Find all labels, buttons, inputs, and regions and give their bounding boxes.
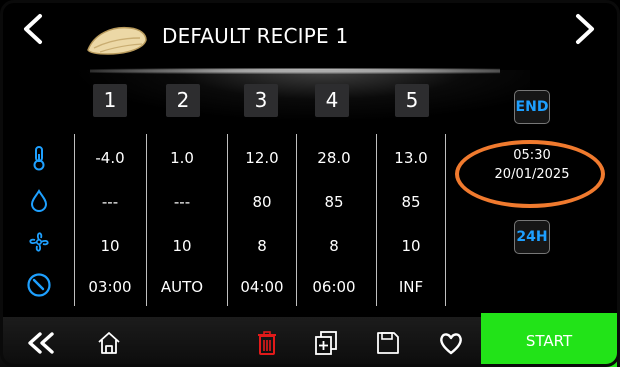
time-cell-2[interactable]: AUTO [147,278,217,296]
step-2-button[interactable]: 2 [166,84,200,117]
fan-cell-5[interactable]: 10 [376,237,446,255]
temperature-cell-2[interactable]: 1.0 [147,149,217,167]
step-4-button[interactable]: 4 [315,84,349,117]
time-cell-1[interactable]: 03:00 [75,278,145,296]
duplicate-icon[interactable] [311,328,341,358]
step-5-button[interactable]: 5 [395,84,429,117]
bread-dough-icon [87,26,147,55]
header-glow [70,70,530,122]
humidity-cell-5[interactable]: 85 [376,193,446,211]
humidity-cell-1[interactable]: --- [75,193,145,211]
fan-cell-2[interactable]: 10 [147,237,217,255]
temperature-cell-4[interactable]: 28.0 [299,149,369,167]
thermometer-icon [33,146,45,171]
save-icon[interactable] [373,328,403,358]
fan-cell-1[interactable]: 10 [75,237,145,255]
chevron-right-icon[interactable] [570,12,600,46]
fan-cell-4[interactable]: 8 [299,237,369,255]
humidity-drop-icon [30,189,48,212]
time-cell-4[interactable]: 06:00 [299,278,369,296]
favorite-icon[interactable] [436,328,466,358]
chevron-left-icon[interactable] [18,12,48,46]
step-1-button[interactable]: 1 [93,84,127,117]
header-separator [90,68,500,74]
humidity-cell-4[interactable]: 85 [299,193,369,211]
end-date: 20/01/2025 [494,167,570,182]
recipe-title: DEFAULT RECIPE 1 [162,24,349,48]
end-button[interactable]: END [514,90,550,124]
humidity-cell-2[interactable]: --- [147,193,217,211]
oven-recipe-screen: DEFAULT RECIPE 1 1 2 3 4 5 -4.0 1.0 12.0… [0,0,620,367]
home-icon[interactable] [94,328,124,358]
double-chevron-left-icon[interactable] [24,328,58,358]
time-cell-5[interactable]: INF [376,278,446,296]
delete-icon[interactable] [252,328,282,358]
temperature-cell-5[interactable]: 13.0 [376,149,446,167]
time-cell-3[interactable]: 04:00 [227,278,297,296]
fan-cell-3[interactable]: 8 [227,237,297,255]
fan-icon [29,232,49,252]
24h-button[interactable]: 24H [514,220,550,254]
start-button[interactable]: START [481,313,617,367]
temperature-cell-3[interactable]: 12.0 [227,149,297,167]
humidity-cell-3[interactable]: 80 [227,193,297,211]
temperature-cell-1[interactable]: -4.0 [75,149,145,167]
end-datetime[interactable]: 05:30 20/01/2025 [462,146,602,184]
timer-dial-icon [27,273,51,297]
end-time: 05:30 [513,148,551,163]
step-3-button[interactable]: 3 [244,84,278,117]
